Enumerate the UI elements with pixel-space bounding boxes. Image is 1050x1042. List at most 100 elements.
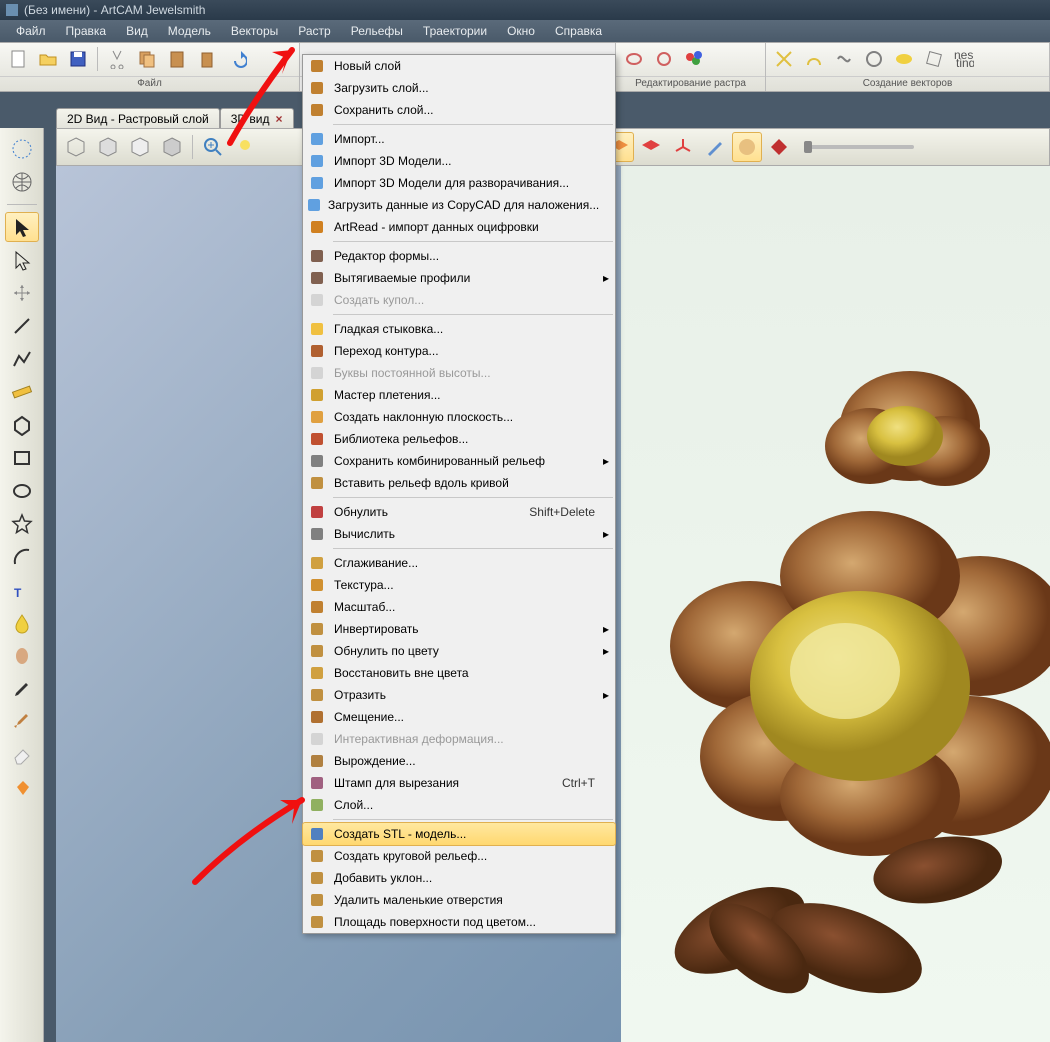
- node-edit-icon[interactable]: [5, 245, 39, 275]
- globe-icon[interactable]: [5, 167, 39, 197]
- ellipse-icon[interactable]: [5, 476, 39, 506]
- polyline-icon[interactable]: [5, 344, 39, 374]
- open-file-icon[interactable]: [34, 45, 62, 73]
- cube-view-1-icon[interactable]: [61, 132, 91, 162]
- star-icon[interactable]: [5, 509, 39, 539]
- menu-toolpaths[interactable]: Траектории: [413, 21, 497, 41]
- menu-reliefs[interactable]: Рельефы: [341, 21, 413, 41]
- menu-item[interactable]: Смещение...: [303, 706, 615, 728]
- menu-item[interactable]: Импорт 3D Модели...: [303, 150, 615, 172]
- menu-item[interactable]: Редактор формы...: [303, 245, 615, 267]
- eraser-icon[interactable]: [5, 740, 39, 770]
- menu-help[interactable]: Справка: [545, 21, 612, 41]
- menu-item[interactable]: Штамп для вырезанияCtrl+T: [303, 772, 615, 794]
- raster-tool-2-icon[interactable]: [650, 45, 678, 73]
- polygon-icon[interactable]: [5, 410, 39, 440]
- vector-tool-5-icon[interactable]: [890, 45, 918, 73]
- text-icon[interactable]: T: [5, 575, 39, 605]
- menu-item[interactable]: Добавить уклон...: [303, 867, 615, 889]
- menu-item[interactable]: Отразить▸: [303, 684, 615, 706]
- brush-left-icon[interactable]: [5, 707, 39, 737]
- menu-item[interactable]: ОбнулитьShift+Delete: [303, 501, 615, 523]
- rect-icon[interactable]: [5, 443, 39, 473]
- sphere-preview-icon[interactable]: [732, 132, 762, 162]
- menu-item[interactable]: Текстура...: [303, 574, 615, 596]
- cut-icon[interactable]: [103, 45, 131, 73]
- brush-icon[interactable]: [700, 132, 730, 162]
- menu-item[interactable]: Сглаживание...: [303, 552, 615, 574]
- menu-item[interactable]: Переход контура...: [303, 340, 615, 362]
- select-arrow-icon[interactable]: [5, 212, 39, 242]
- raster-tool-1-icon[interactable]: [620, 45, 648, 73]
- opacity-slider[interactable]: [804, 145, 914, 149]
- menu-file[interactable]: Файл: [6, 21, 56, 41]
- copy-icon[interactable]: [133, 45, 161, 73]
- menu-item[interactable]: Импорт 3D Модели для разворачивания...: [303, 172, 615, 194]
- svg-text:ting: ting: [956, 56, 974, 67]
- group-label-vector: Создание векторов: [766, 76, 1049, 91]
- menu-item[interactable]: Загрузить слой...: [303, 77, 615, 99]
- menu-item[interactable]: Масштаб...: [303, 596, 615, 618]
- vector-tool-4-icon[interactable]: [860, 45, 888, 73]
- menu-item[interactable]: Вытягиваемые профили▸: [303, 267, 615, 289]
- new-file-icon[interactable]: [4, 45, 32, 73]
- menu-item-label: Удалить маленькие отверстия: [334, 893, 595, 907]
- submenu-arrow-icon: ▸: [603, 527, 609, 541]
- menu-item-label: Импорт 3D Модели для разворачивания...: [334, 176, 595, 190]
- pen-icon[interactable]: [5, 674, 39, 704]
- menu-item[interactable]: Импорт...: [303, 128, 615, 150]
- menu-item[interactable]: Новый слой: [303, 55, 615, 77]
- bean-icon[interactable]: [5, 641, 39, 671]
- vector-tool-3-icon[interactable]: [830, 45, 858, 73]
- ruler-icon[interactable]: [5, 377, 39, 407]
- tab-2d-view[interactable]: 2D Вид - Растровый слой: [56, 108, 220, 128]
- menu-item[interactable]: Слой...: [303, 794, 615, 816]
- cube-view-4-icon[interactable]: [157, 132, 187, 162]
- menu-view[interactable]: Вид: [116, 21, 158, 41]
- menu-item-label: Слой...: [334, 798, 595, 812]
- vector-tool-2-icon[interactable]: [800, 45, 828, 73]
- raster-tool-3-icon[interactable]: [680, 45, 708, 73]
- menu-item[interactable]: Создать STL - модель...: [302, 822, 616, 846]
- diamond-icon[interactable]: [764, 132, 794, 162]
- menu-item-icon: [306, 268, 328, 288]
- arc-icon[interactable]: [5, 542, 39, 572]
- paste-icon[interactable]: [163, 45, 191, 73]
- layer-red-icon[interactable]: [636, 132, 666, 162]
- menu-item[interactable]: Создать круговой рельеф...: [303, 845, 615, 867]
- menu-item-label: Редактор формы...: [334, 249, 595, 263]
- menu-item[interactable]: Гладкая стыковка...: [303, 318, 615, 340]
- menu-edit[interactable]: Правка: [56, 21, 117, 41]
- menu-item[interactable]: Библиотека рельефов...: [303, 428, 615, 450]
- menu-item[interactable]: ArtRead - импорт данных оцифровки: [303, 216, 615, 238]
- menu-item[interactable]: Сохранить слой...: [303, 99, 615, 121]
- menu-item[interactable]: Загрузить данные из CopyCAD для наложени…: [303, 194, 615, 216]
- vector-tool-nesting-icon[interactable]: nesting: [950, 45, 978, 73]
- menu-item-label: Отразить: [334, 688, 595, 702]
- save-file-icon[interactable]: [64, 45, 92, 73]
- menu-item[interactable]: Обнулить по цвету▸: [303, 640, 615, 662]
- menu-item[interactable]: Удалить маленькие отверстия: [303, 889, 615, 911]
- cube-view-2-icon[interactable]: [93, 132, 123, 162]
- vector-tool-1-icon[interactable]: [770, 45, 798, 73]
- transform-icon[interactable]: [5, 278, 39, 308]
- menu-item[interactable]: Восстановить вне цвета: [303, 662, 615, 684]
- menu-item[interactable]: Вставить рельеф вдоль кривой: [303, 472, 615, 494]
- menu-item[interactable]: Вычислить▸: [303, 523, 615, 545]
- measure-icon[interactable]: [5, 134, 39, 164]
- bucket-icon[interactable]: [5, 773, 39, 803]
- menu-item[interactable]: Вырождение...: [303, 750, 615, 772]
- cube-view-3-icon[interactable]: [125, 132, 155, 162]
- drop-icon[interactable]: [5, 608, 39, 638]
- menu-window[interactable]: Окно: [497, 21, 545, 41]
- line-icon[interactable]: [5, 311, 39, 341]
- vector-tool-6-icon[interactable]: [920, 45, 948, 73]
- menu-item[interactable]: Создать наклонную плоскость...: [303, 406, 615, 428]
- menu-item[interactable]: Площадь поверхности под цветом...: [303, 911, 615, 933]
- svg-text:T: T: [14, 586, 22, 600]
- menu-item[interactable]: Сохранить комбинированный рельеф▸: [303, 450, 615, 472]
- menu-item[interactable]: Мастер плетения...: [303, 384, 615, 406]
- menu-item[interactable]: Инвертировать▸: [303, 618, 615, 640]
- axis-icon[interactable]: [668, 132, 698, 162]
- menu-item-icon: [306, 619, 328, 639]
